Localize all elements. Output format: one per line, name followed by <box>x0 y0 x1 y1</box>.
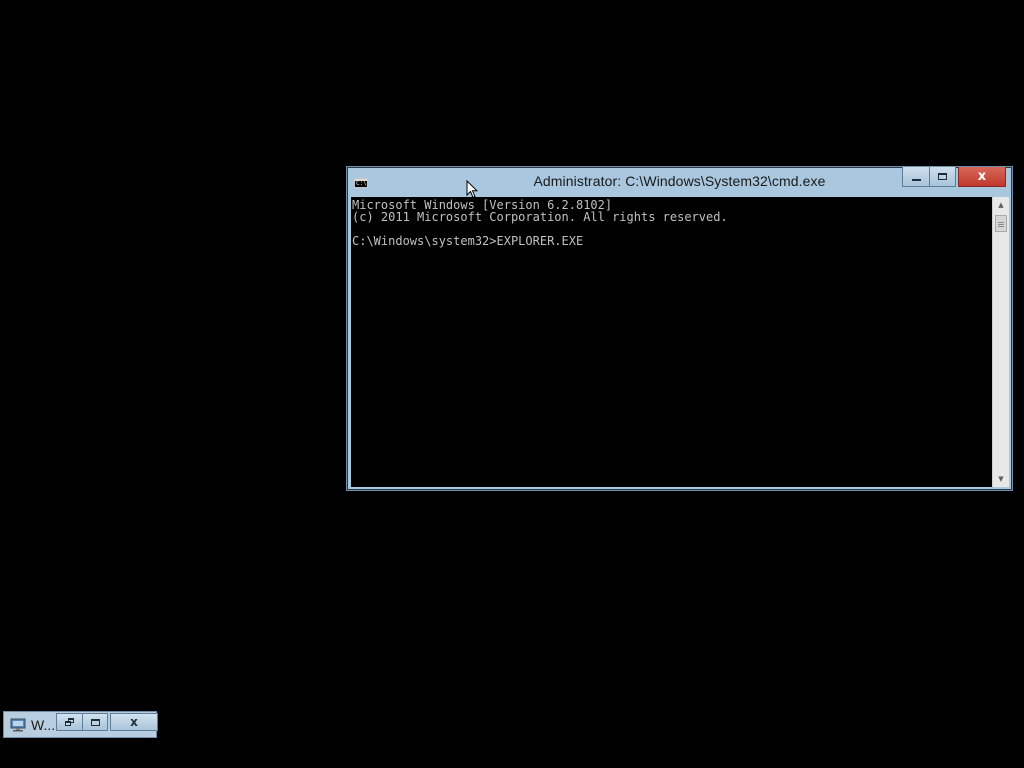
mouse-pointer-icon <box>466 180 478 199</box>
console-line: (c) 2011 Microsoft Corporation. All righ… <box>352 210 728 224</box>
close-icon: x <box>977 169 987 184</box>
restore-button[interactable] <box>56 713 82 731</box>
close-button[interactable]: x <box>958 167 1006 187</box>
minimized-window[interactable]: W... x <box>3 711 158 738</box>
title-bar[interactable]: C:\ Administrator: C:\Windows\System32\c… <box>347 167 1012 197</box>
console-output[interactable]: Microsoft Windows [Version 6.2.8102] (c)… <box>351 197 992 487</box>
minimized-maximize-button[interactable] <box>82 713 108 731</box>
maximize-icon <box>938 173 947 180</box>
restore-icon <box>65 718 74 726</box>
console-prompt-line[interactable]: C:\Windows\system32>EXPLORER.EXE <box>351 235 728 247</box>
minimized-window-title: W... <box>31 717 56 733</box>
cmd-window[interactable]: C:\ Administrator: C:\Windows\System32\c… <box>346 166 1013 491</box>
caption-buttons: x <box>902 167 1006 187</box>
minimize-icon <box>911 178 921 181</box>
minimized-close-button[interactable]: x <box>110 713 158 731</box>
minimized-caption-buttons: x <box>56 713 158 731</box>
scroll-up-arrow-icon[interactable]: ▲ <box>993 197 1009 213</box>
desktop: C:\ Administrator: C:\Windows\System32\c… <box>0 0 1024 768</box>
maximize-icon <box>90 718 100 726</box>
close-icon: x <box>130 715 138 729</box>
scroll-thumb[interactable] <box>995 215 1007 232</box>
computer-icon <box>10 718 26 732</box>
vertical-scrollbar[interactable]: ▲ ▼ <box>992 197 1009 487</box>
console-lines: Microsoft Windows [Version 6.2.8102] (c)… <box>351 199 728 247</box>
minimize-button[interactable] <box>902 167 929 187</box>
maximize-button[interactable] <box>929 167 956 187</box>
scroll-down-arrow-icon[interactable]: ▼ <box>993 471 1009 487</box>
